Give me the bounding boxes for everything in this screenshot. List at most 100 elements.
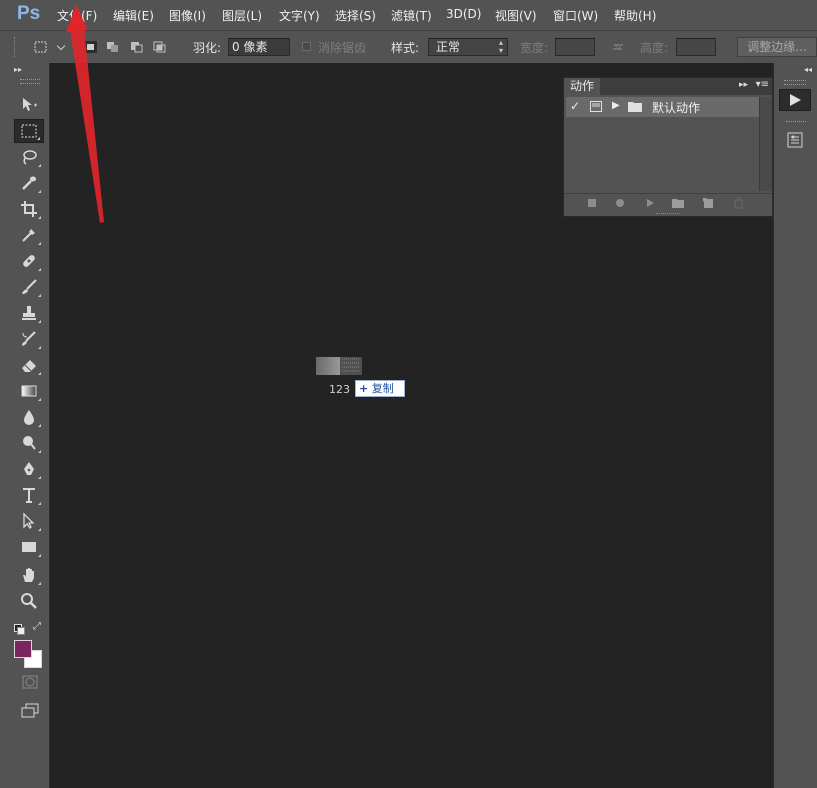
move-tool[interactable] <box>14 93 44 117</box>
trash-icon[interactable] <box>732 197 744 209</box>
screen-mode-icon[interactable] <box>21 703 39 719</box>
play-icon[interactable] <box>644 197 656 209</box>
options-bar: 羽化: 0 像素 消除锯齿 样式: 正常 ▴ ▾ 宽度: 高度: 调整边缘... <box>0 30 817 64</box>
eraser-icon <box>22 360 36 372</box>
history-brush-tool[interactable] <box>14 327 44 351</box>
menu-select[interactable]: 选择(S) <box>335 7 376 24</box>
copy-tooltip: + 复制 <box>355 380 405 397</box>
clone-stamp-tool[interactable] <box>14 301 44 325</box>
hand-icon <box>23 568 34 582</box>
quick-selection-icon <box>22 176 36 190</box>
style-select[interactable]: 正常 ▴ ▾ <box>428 38 508 56</box>
move-icon <box>23 98 37 111</box>
gradient-tool[interactable] <box>14 379 44 403</box>
eyedropper-icon <box>22 229 35 242</box>
dock-separator <box>786 121 806 125</box>
swap-width-height-icon[interactable] <box>611 41 625 53</box>
menu-type[interactable]: 文字(Y) <box>279 7 320 24</box>
record-icon[interactable] <box>614 197 626 209</box>
eraser-tool[interactable] <box>14 353 44 377</box>
blur-tool[interactable] <box>14 405 44 429</box>
expand-triangle-icon[interactable]: ▶ <box>612 100 620 111</box>
width-label: 宽度: <box>520 41 549 55</box>
left-edge-strip <box>0 63 10 788</box>
marquee-icon <box>21 124 37 138</box>
new-action-icon[interactable] <box>702 197 714 209</box>
water-drop-icon <box>24 410 34 425</box>
brush-icon <box>22 279 37 294</box>
pen-tool[interactable] <box>14 457 44 481</box>
intersect-selection-icon[interactable] <box>153 41 166 53</box>
grip-handle[interactable] <box>14 37 18 57</box>
copy-label: 复制 <box>371 382 394 395</box>
hand-tool[interactable] <box>14 563 44 587</box>
quick-mask-icon[interactable] <box>22 675 38 689</box>
menu-window[interactable]: 窗口(W) <box>553 7 598 24</box>
swap-colors-icon[interactable]: ⤢ <box>33 621 41 632</box>
antialias-checkbox[interactable] <box>302 42 311 51</box>
menu-edit[interactable]: 编辑(E) <box>113 7 154 24</box>
new-set-folder-icon[interactable] <box>672 197 684 209</box>
toolbox-grip[interactable] <box>20 79 40 84</box>
panel-menu-icon[interactable]: ▾≡ <box>756 79 769 90</box>
collapse-panel-icon[interactable]: ▸▸ <box>739 80 748 90</box>
style-label: 样式: <box>391 41 420 55</box>
rectangle-tool[interactable] <box>14 535 44 559</box>
quick-selection-tool[interactable] <box>14 171 44 195</box>
foreground-color-swatch[interactable] <box>14 640 32 658</box>
actions-set-row[interactable]: ✓ ▶ 默认动作 <box>566 97 760 117</box>
type-icon <box>23 488 35 503</box>
actions-dock-button[interactable] <box>779 89 811 111</box>
preset-dropdown-icon[interactable] <box>56 41 66 51</box>
style-select-value: 正常 <box>436 40 461 54</box>
toggle-checkmark-icon[interactable]: ✓ <box>570 99 580 113</box>
default-colors-icon[interactable] <box>14 624 25 635</box>
dialog-toggle-icon[interactable] <box>590 101 602 112</box>
menu-file[interactable]: 文件(F) <box>57 7 97 24</box>
feather-input[interactable]: 0 像素 <box>228 38 290 56</box>
menu-layer[interactable]: 图层(L) <box>222 7 262 24</box>
toolbox: ▸▸ ⤢ <box>10 63 50 788</box>
dock-grip[interactable] <box>784 80 806 85</box>
menu-view[interactable]: 视图(V) <box>495 7 537 24</box>
brush-tool[interactable] <box>14 275 44 299</box>
menu-3d[interactable]: 3D(D) <box>446 7 481 21</box>
collapse-toolbox-icon[interactable]: ▸▸ <box>14 65 22 74</box>
panel-resize-grip[interactable] <box>656 213 680 216</box>
add-selection-icon[interactable] <box>106 41 119 53</box>
crop-icon <box>21 201 37 217</box>
menu-image[interactable]: 图像(I) <box>169 7 206 24</box>
actions-scrollbar[interactable] <box>759 97 772 191</box>
expand-dock-icon[interactable]: ◂◂ <box>804 65 812 74</box>
eyedropper-tool[interactable] <box>14 223 44 247</box>
path-selection-tool[interactable] <box>14 509 44 533</box>
properties-dock-icon[interactable] <box>786 131 804 149</box>
zoom-tool[interactable] <box>14 589 44 613</box>
tab-actions[interactable]: 动作 <box>564 78 601 95</box>
actions-panel: 动作 ▸▸ ▾≡ ✓ ▶ 默认动作 <box>563 77 773 217</box>
crop-tool[interactable] <box>14 197 44 221</box>
height-input[interactable] <box>676 38 716 56</box>
subtract-selection-icon[interactable] <box>130 41 143 53</box>
dodge-icon <box>23 436 36 450</box>
menu-help[interactable]: 帮助(H) <box>614 7 656 24</box>
width-input[interactable] <box>555 38 595 56</box>
stop-icon[interactable] <box>586 197 598 209</box>
gradient-icon <box>21 385 37 397</box>
lasso-tool[interactable] <box>14 145 44 169</box>
dodge-tool[interactable] <box>14 431 44 455</box>
pen-icon <box>24 462 34 475</box>
new-selection-icon[interactable] <box>84 41 97 53</box>
actions-panel-tabbar: 动作 ▸▸ ▾≡ <box>564 78 772 95</box>
menu-filter[interactable]: 滤镜(T) <box>391 7 432 24</box>
type-tool[interactable] <box>14 483 44 507</box>
healing-brush-tool[interactable] <box>14 249 44 273</box>
height-label: 高度: <box>640 41 669 55</box>
stamp-icon <box>22 306 36 320</box>
drag-thumbnail <box>316 357 362 375</box>
refine-edge-button[interactable]: 调整边缘... <box>737 37 817 57</box>
antialias-label: 消除锯齿 <box>318 41 367 55</box>
menu-bar: Ps 文件(F) 编辑(E) 图像(I) 图层(L) 文字(Y) 选择(S) 滤… <box>0 0 817 30</box>
marquee-preset-icon[interactable] <box>34 41 47 53</box>
rectangular-marquee-tool[interactable] <box>14 119 44 143</box>
